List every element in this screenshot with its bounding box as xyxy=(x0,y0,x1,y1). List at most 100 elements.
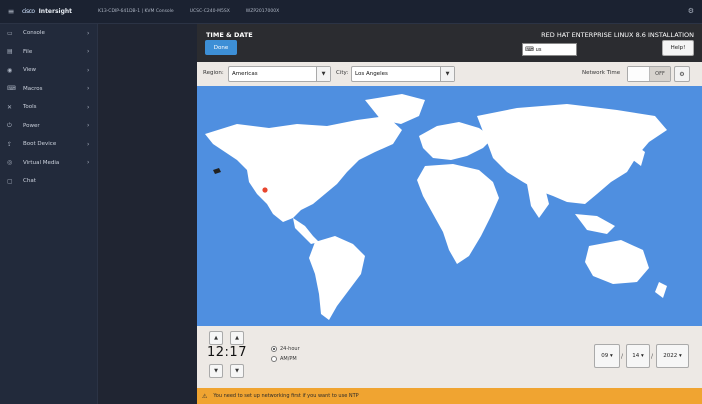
north-america-landmass xyxy=(205,116,402,222)
date-separator: / xyxy=(621,353,624,360)
toggle-state: OFF xyxy=(650,67,670,81)
selected-city-marker[interactable] xyxy=(262,187,268,193)
crumb-server: K13-CDIP-641DB-1 | KVM Console xyxy=(98,9,174,14)
help-button[interactable]: Help! xyxy=(662,40,694,56)
sidebar-item-virtual-media[interactable]: ◎ Virtual Media › xyxy=(0,154,97,173)
chevron-right-icon: › xyxy=(87,159,90,167)
page-title: TIME & DATE xyxy=(206,31,253,39)
sidebar-item-label: Boot Device xyxy=(23,141,57,148)
central-america-landmass xyxy=(293,218,319,244)
hour-down-button[interactable]: ▼ xyxy=(209,364,223,378)
south-america-landmass xyxy=(309,236,365,320)
hamburger-menu-icon[interactable]: ≡ xyxy=(0,7,22,16)
chat-icon: ▢ xyxy=(7,177,13,185)
chevron-down-icon[interactable]: ▼ xyxy=(440,67,454,81)
keyboard-icon: ⌨ xyxy=(7,85,16,93)
installer-header: TIME & DATE Done RED HAT ENTERPRISE LINU… xyxy=(197,24,702,62)
brand: cisco Intersight xyxy=(22,8,98,15)
hour-up-button[interactable]: ▲ xyxy=(209,331,223,345)
format-24h-radio[interactable]: 24-hour xyxy=(271,346,300,352)
top-bar: ≡ cisco Intersight K13-CDIP-641DB-1 | KV… xyxy=(0,0,702,24)
southeast-asia-islands xyxy=(575,214,615,234)
africa-landmass xyxy=(417,164,499,264)
installer-window: TIME & DATE Done RED HAT ENTERPRISE LINU… xyxy=(197,24,702,404)
sidebar-item-label: Chat xyxy=(23,178,36,185)
chevron-right-icon: › xyxy=(87,66,90,74)
hawaii-islands xyxy=(213,168,221,174)
keyboard-layout-indicator[interactable]: ⌨ us xyxy=(522,43,577,56)
year-spinner[interactable]: 2022 ▾ xyxy=(656,344,689,368)
done-button[interactable]: Done xyxy=(205,40,237,55)
timezone-map[interactable] xyxy=(197,86,702,326)
power-icon: ⏻ xyxy=(7,121,12,129)
chevron-right-icon: › xyxy=(87,48,90,56)
format-24h-label: 24-hour xyxy=(280,346,300,352)
sidebar-item-macros[interactable]: ⌨ Macros › xyxy=(0,80,97,99)
chevron-down-icon[interactable]: ▼ xyxy=(316,67,330,81)
minute-up-button[interactable]: ▲ xyxy=(230,331,244,345)
boot-icon: ⇪ xyxy=(7,140,13,148)
cisco-logo: cisco xyxy=(22,8,35,15)
chevron-right-icon: › xyxy=(87,122,90,130)
tools-icon: ✕ xyxy=(7,103,13,111)
sidebar-item-label: Virtual Media xyxy=(23,159,60,166)
format-ampm-radio[interactable]: AM/PM xyxy=(271,356,297,362)
radio-unselected-icon xyxy=(271,356,277,362)
ntp-settings-icon[interactable]: ⚙ xyxy=(674,66,690,82)
region-select[interactable]: Americas ▼ xyxy=(228,66,331,82)
toggle-knob xyxy=(628,67,650,81)
sidebar-item-console[interactable]: ▭ Console › xyxy=(0,24,97,43)
month-spinner[interactable]: 09 ▾ xyxy=(594,344,620,368)
sidebar-item-label: Power xyxy=(23,122,40,129)
time-controls: ▲ ▲ 12:17 ▼ ▼ 24-hour AM/PM 09 ▾ / 14 ▾ … xyxy=(197,326,702,388)
new-zealand-landmass xyxy=(655,282,667,298)
australia-landmass xyxy=(585,240,649,284)
city-label: City: xyxy=(336,70,349,76)
radio-selected-icon xyxy=(271,346,277,352)
sidebar-item-label: Console xyxy=(23,30,45,37)
minute-down-button[interactable]: ▼ xyxy=(230,364,244,378)
city-select[interactable]: Los Angeles ▼ xyxy=(351,66,455,82)
network-time-toggle[interactable]: OFF xyxy=(627,66,671,82)
crumb-model: UCSC-C240-M5SX xyxy=(189,9,230,14)
region-value: Americas xyxy=(232,71,258,77)
file-icon: ▤ xyxy=(7,48,13,56)
ntp-warning-bar: ⚠ You need to set up networking first if… xyxy=(197,388,702,404)
timezone-filter-row: Region: Americas ▼ City: Los Angeles ▼ N… xyxy=(197,64,702,84)
city-value: Los Angeles xyxy=(355,71,388,77)
eye-icon: ◉ xyxy=(7,66,13,74)
sidebar-item-view[interactable]: ◉ View › xyxy=(0,61,97,80)
sidebar-item-label: View xyxy=(23,67,37,74)
monitor-icon: ▭ xyxy=(7,29,13,37)
settings-icon[interactable]: ⚙ xyxy=(688,7,694,15)
network-time-label: Network Time xyxy=(582,70,621,76)
sidebar-item-boot-device[interactable]: ⇪ Boot Device › xyxy=(0,135,97,154)
keyboard-icon: ⌨ xyxy=(525,46,534,53)
keyboard-layout-value: us xyxy=(535,46,542,53)
chevron-right-icon: › xyxy=(87,103,90,111)
brand-name: Intersight xyxy=(38,8,73,15)
chevron-right-icon: › xyxy=(87,140,90,148)
format-ampm-label: AM/PM xyxy=(280,356,297,362)
day-spinner[interactable]: 14 ▾ xyxy=(626,344,650,368)
chevron-right-icon: › xyxy=(87,29,90,37)
time-display: 12:17 xyxy=(207,345,247,360)
product-title: RED HAT ENTERPRISE LINUX 8.6 INSTALLATIO… xyxy=(541,31,694,39)
sidebar-item-power[interactable]: ⏻ Power › xyxy=(0,117,97,136)
sidebar-item-label: Macros xyxy=(23,85,43,92)
warning-text: You need to set up networking first if y… xyxy=(213,393,359,399)
warning-icon: ⚠ xyxy=(202,392,208,400)
sidebar-item-label: File xyxy=(23,48,33,55)
world-map-graphic[interactable] xyxy=(197,86,702,326)
sidebar-item-chat[interactable]: ▢ Chat xyxy=(0,172,97,191)
date-separator: / xyxy=(651,353,654,360)
kvm-sidebar: ▭ Console › ▤ File › ◉ View › ⌨ Macros › ✕ Tools › ⏻ Pow… xyxy=(0,24,98,404)
sidebar-item-file[interactable]: ▤ File › xyxy=(0,43,97,62)
year-value: 2022 xyxy=(663,353,678,359)
chevron-right-icon: › xyxy=(87,85,90,93)
sidebar-item-tools[interactable]: ✕ Tools › xyxy=(0,98,97,117)
region-label: Region: xyxy=(203,70,224,76)
sidebar-item-label: Tools xyxy=(23,104,37,111)
day-value: 14 xyxy=(632,353,640,359)
disc-icon: ◎ xyxy=(7,159,13,167)
